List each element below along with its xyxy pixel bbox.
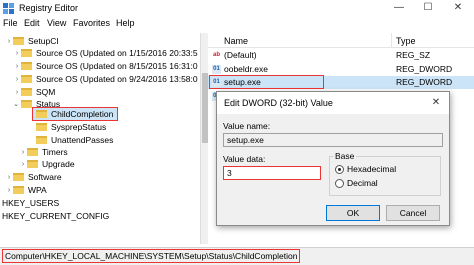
menu-view[interactable]: View (47, 18, 66, 28)
menu-bar: File Edit View Favorites Help (0, 17, 474, 31)
column-header-name[interactable]: Name (224, 36, 248, 46)
dialog-title-bar[interactable]: Edit DWORD (32-bit) Value ✕ (217, 92, 449, 114)
folder-icon (13, 36, 24, 45)
folder-icon (21, 61, 32, 70)
chevron-right-icon[interactable]: › (5, 35, 13, 48)
cancel-button[interactable]: Cancel (386, 205, 440, 221)
folder-icon (27, 147, 38, 156)
tree-scrollbar[interactable] (200, 33, 208, 244)
tree-item-childcompletion[interactable]: ChildCompletion (36, 108, 113, 121)
window-title: Registry Editor (19, 3, 79, 13)
tree-item-source-os-1[interactable]: › Source OS (Updated on 1/15/2016 20:33:5 (16, 47, 198, 60)
key-path: Computer\HKEY_LOCAL_MACHINE\SYSTEM\Setup… (2, 249, 301, 263)
folder-icon (36, 135, 47, 144)
radio-decimal[interactable] (335, 179, 344, 188)
folder-icon (13, 185, 24, 194)
column-divider[interactable] (391, 33, 392, 48)
tree-item-source-os-2[interactable]: › Source OS (Updated on 8/15/2015 16:31:0 (16, 60, 198, 73)
chevron-right-icon[interactable]: › (5, 171, 13, 184)
radio-hexadecimal[interactable] (335, 165, 344, 174)
menu-help[interactable]: Help (116, 18, 135, 28)
title-bar: Registry Editor — ☐ ✕ (0, 0, 474, 17)
chevron-right-icon[interactable]: › (13, 73, 21, 86)
menu-favorites[interactable]: Favorites (73, 18, 110, 28)
value-data-input[interactable]: 3 (223, 166, 321, 180)
decimal-label[interactable]: Decimal (347, 178, 378, 188)
folder-icon (13, 172, 24, 181)
base-group (329, 156, 441, 196)
dialog-title: Edit DWORD (32-bit) Value (224, 98, 333, 108)
folder-icon (21, 48, 32, 57)
ab-icon: ab (212, 52, 220, 58)
registry-icon (3, 3, 14, 14)
value-data-label: Value data: (223, 154, 266, 164)
maximize-icon[interactable]: ☐ (414, 0, 442, 17)
chevron-right-icon[interactable]: › (19, 158, 27, 171)
tree-item-sysprepstatus[interactable]: SysprepStatus (36, 121, 106, 134)
chevron-right-icon[interactable]: › (13, 60, 21, 73)
minimize-icon[interactable]: — (385, 0, 413, 17)
base-label: Base (333, 151, 357, 161)
folder-icon (36, 122, 47, 131)
close-icon[interactable]: ✕ (429, 96, 443, 110)
folder-icon (21, 99, 32, 108)
registry-tree[interactable]: › SetupCI › Source OS (Updated on 1/15/201… (0, 33, 200, 244)
edit-dword-dialog: Edit DWORD (32-bit) Value ✕ Value name: … (216, 91, 450, 226)
column-header-type[interactable]: Type (396, 36, 416, 46)
chevron-down-icon[interactable]: ⌄ (12, 98, 20, 111)
ok-button[interactable]: OK (326, 205, 380, 221)
selected-value-highlight (209, 75, 324, 89)
tree-item-wpa[interactable]: › WPA (8, 184, 47, 197)
value-name-label: Value name: (223, 121, 271, 131)
list-header: Name Type (208, 33, 474, 48)
tree-item-hkey-current-config[interactable]: HKEY_CURRENT_CONFIG (2, 210, 109, 223)
tree-item-upgrade[interactable]: › Upgrade (22, 158, 75, 171)
hexadecimal-label[interactable]: Hexadecimal (347, 164, 396, 174)
tree-item-software[interactable]: › Software (8, 171, 62, 184)
menu-file[interactable]: File (3, 18, 18, 28)
menu-edit[interactable]: Edit (24, 18, 40, 28)
binary-icon: 01 (212, 65, 221, 74)
value-row-default[interactable]: ab (Default) REG_SZ (208, 49, 474, 62)
chevron-right-icon[interactable]: › (5, 184, 13, 197)
value-name-field: setup.exe (223, 133, 443, 147)
folder-icon (27, 159, 38, 168)
folder-icon (36, 109, 47, 118)
folder-icon (21, 74, 32, 83)
tree-item-source-os-3[interactable]: › Source OS (Updated on 9/24/2016 13:58:0 (16, 73, 198, 86)
tree-item-hkey-users[interactable]: HKEY_USERS (2, 197, 59, 210)
chevron-right-icon[interactable]: › (13, 47, 21, 60)
status-bar: Computer\HKEY_LOCAL_MACHINE\SYSTEM\Setup… (0, 247, 474, 265)
radio-selected-dot (338, 168, 341, 171)
close-icon[interactable]: ✕ (444, 0, 472, 17)
folder-icon (21, 87, 32, 96)
